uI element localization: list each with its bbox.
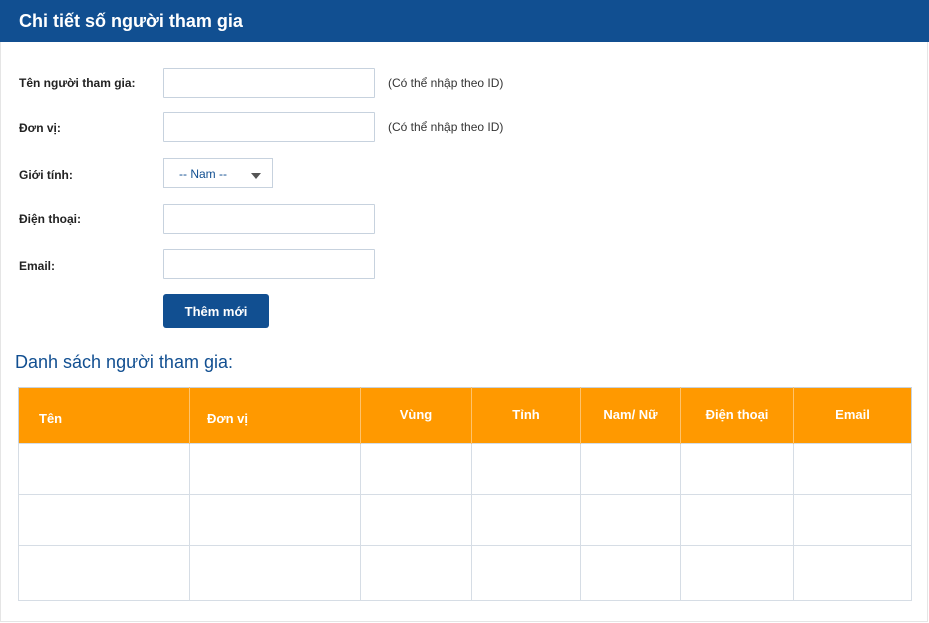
- participants-table: Tên Đơn vị Vùng Tỉnh Nam/ Nữ Điện thoại …: [18, 387, 912, 601]
- email-label: Email:: [19, 259, 56, 273]
- page-title: Chi tiết số người tham gia: [19, 11, 243, 31]
- table-cell: [18, 443, 190, 495]
- email-input[interactable]: [163, 249, 375, 279]
- column-header-province[interactable]: Tỉnh: [471, 387, 581, 444]
- table-cell: [189, 443, 361, 495]
- table-cell: [189, 545, 361, 601]
- table-cell: [680, 545, 794, 601]
- table-cell: [471, 545, 581, 601]
- table-cell: [360, 494, 472, 546]
- column-header-region[interactable]: Vùng: [360, 387, 472, 444]
- chevron-down-icon: [251, 173, 261, 179]
- phone-label: Điện thoại:: [19, 212, 81, 226]
- gender-selected-value: -- Nam --: [179, 167, 227, 181]
- gender-select[interactable]: -- Nam --: [163, 158, 273, 188]
- list-title: Danh sách người tham gia:: [15, 352, 233, 372]
- table-cell: [18, 545, 190, 601]
- column-header-gender[interactable]: Nam/ Nữ: [580, 387, 681, 444]
- table-cell: [793, 494, 912, 546]
- unit-label: Đơn vị:: [19, 121, 61, 135]
- table-cell: [680, 494, 794, 546]
- table-cell: [580, 545, 681, 601]
- table-header-row: Tên Đơn vị Vùng Tỉnh Nam/ Nữ Điện thoại …: [18, 387, 912, 444]
- column-header-unit[interactable]: Đơn vị: [189, 387, 361, 444]
- table-cell: [471, 494, 581, 546]
- page-header: Chi tiết số người tham gia: [0, 0, 929, 42]
- table-cell: [471, 443, 581, 495]
- column-header-name[interactable]: Tên: [18, 387, 190, 444]
- column-header-phone[interactable]: Điện thoại: [680, 387, 794, 444]
- name-hint: (Có thể nhập theo ID): [388, 76, 504, 90]
- phone-input[interactable]: [163, 204, 375, 234]
- table-cell: [680, 443, 794, 495]
- table-cell: [580, 494, 681, 546]
- column-header-email[interactable]: Email: [793, 387, 912, 444]
- table-cell: [360, 545, 472, 601]
- add-new-button[interactable]: Thêm mới: [163, 294, 269, 328]
- gender-label: Giới tính:: [19, 168, 73, 182]
- table-row: [18, 545, 912, 601]
- table-cell: [18, 494, 190, 546]
- table-cell: [360, 443, 472, 495]
- table-cell: [189, 494, 361, 546]
- unit-hint: (Có thể nhập theo ID): [388, 120, 504, 134]
- table-row: [18, 443, 912, 495]
- table-cell: [580, 443, 681, 495]
- table-cell: [793, 443, 912, 495]
- table-cell: [793, 545, 912, 601]
- name-input[interactable]: [163, 68, 375, 98]
- name-label: Tên người tham gia:: [19, 76, 136, 90]
- table-row: [18, 494, 912, 546]
- unit-input[interactable]: [163, 112, 375, 142]
